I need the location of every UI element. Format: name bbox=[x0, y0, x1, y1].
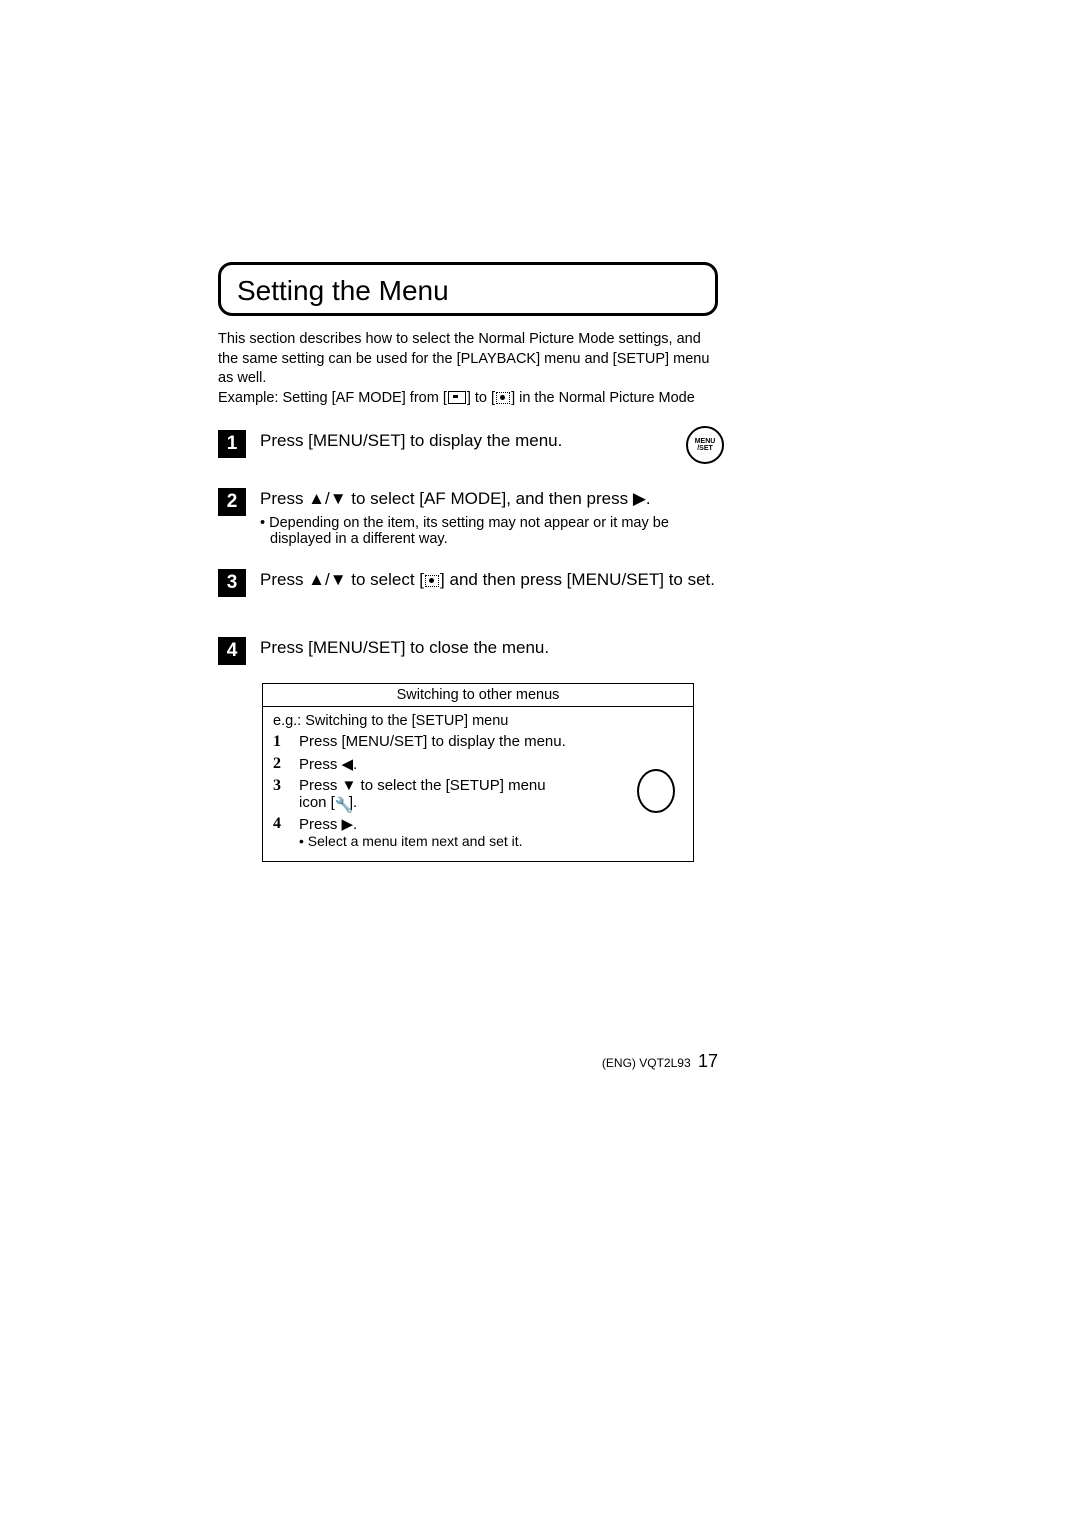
step-1: 1 Press [MENU/SET] to display the menu. … bbox=[218, 430, 718, 458]
sub-num-4: 4 bbox=[273, 815, 287, 833]
step-2-number: 2 bbox=[218, 488, 246, 516]
manual-page: Setting the Menu This section describes … bbox=[218, 262, 718, 862]
sub-row-1: 1 Press [MENU/SET] to display the menu. bbox=[273, 733, 685, 751]
intro-line1: This section describes how to select the… bbox=[218, 331, 709, 386]
sub-text-3: Press ▼ to select the [SETUP] menu icon … bbox=[299, 777, 569, 811]
sub4-main: Press ▶. bbox=[299, 816, 357, 833]
face-detect-icon-2 bbox=[425, 575, 439, 587]
step-3-post: ] and then press [MENU/SET] to set. bbox=[440, 570, 715, 589]
step-1-number: 1 bbox=[218, 430, 246, 458]
sub-row-2: 2 Press ◀. bbox=[273, 755, 685, 773]
step-3-pre: Press ▲/▼ to select [ bbox=[260, 570, 424, 589]
switching-box: Switching to other menus e.g.: Switching… bbox=[262, 683, 694, 862]
switching-header: Switching to other menus bbox=[263, 684, 693, 707]
intro-mid: ] to [ bbox=[467, 390, 495, 406]
menu-set-top: MENU bbox=[695, 438, 716, 445]
step-1-title: Press [MENU/SET] to display the menu. bbox=[260, 430, 718, 453]
step-3-title: Press ▲/▼ to select [ ] and then press [M… bbox=[260, 569, 718, 592]
sub-text-2: Press ◀. bbox=[299, 755, 685, 773]
switching-intro: e.g.: Switching to the [SETUP] menu bbox=[273, 713, 685, 729]
af-area-icon bbox=[448, 391, 466, 404]
step-2-note: Depending on the item, its setting may n… bbox=[270, 515, 718, 547]
sub-num-1: 1 bbox=[273, 733, 287, 751]
wrench-icon: 🔧 bbox=[335, 796, 349, 810]
step-2: 2 Press ▲/▼ to select [AF MODE], and the… bbox=[218, 488, 718, 547]
menu-set-bot: /SET bbox=[697, 445, 713, 452]
face-detect-icon bbox=[496, 392, 510, 404]
step-4-title: Press [MENU/SET] to close the menu. bbox=[260, 637, 718, 660]
step-3-number: 3 bbox=[218, 569, 246, 597]
sub-row-4: 4 Press ▶. Select a menu item next and s… bbox=[273, 815, 685, 849]
page-footer: (ENG) VQT2L93 17 bbox=[602, 1051, 718, 1072]
sub-text-4: Press ▶. Select a menu item next and set… bbox=[299, 815, 685, 849]
page-number: 17 bbox=[698, 1051, 718, 1071]
intro-pre: Example: Setting [AF MODE] from [ bbox=[218, 390, 447, 406]
sub-text-1: Press [MENU/SET] to display the menu. bbox=[299, 733, 685, 750]
step-4-number: 4 bbox=[218, 637, 246, 665]
sub-row-3: 3 Press ▼ to select the [SETUP] menu ico… bbox=[273, 777, 685, 811]
sub-num-2: 2 bbox=[273, 755, 287, 773]
controller-circle-icon bbox=[637, 769, 675, 813]
menu-set-icon: MENU /SET bbox=[686, 426, 724, 464]
sub-num-3: 3 bbox=[273, 777, 287, 795]
intro-post: ] in the Normal Picture Mode bbox=[511, 390, 695, 406]
footer-code: (ENG) VQT2L93 bbox=[602, 1056, 691, 1070]
step-3: 3 Press ▲/▼ to select [ ] and then press … bbox=[218, 569, 718, 597]
intro-text: This section describes how to select the… bbox=[218, 330, 718, 408]
sub4-bullet: Select a menu item next and set it. bbox=[309, 833, 685, 849]
page-title: Setting the Menu bbox=[237, 275, 449, 306]
title-box: Setting the Menu bbox=[218, 262, 718, 316]
step-2-title: Press ▲/▼ to select [AF MODE], and then … bbox=[260, 488, 718, 511]
step-4: 4 Press [MENU/SET] to close the menu. bbox=[218, 637, 718, 665]
